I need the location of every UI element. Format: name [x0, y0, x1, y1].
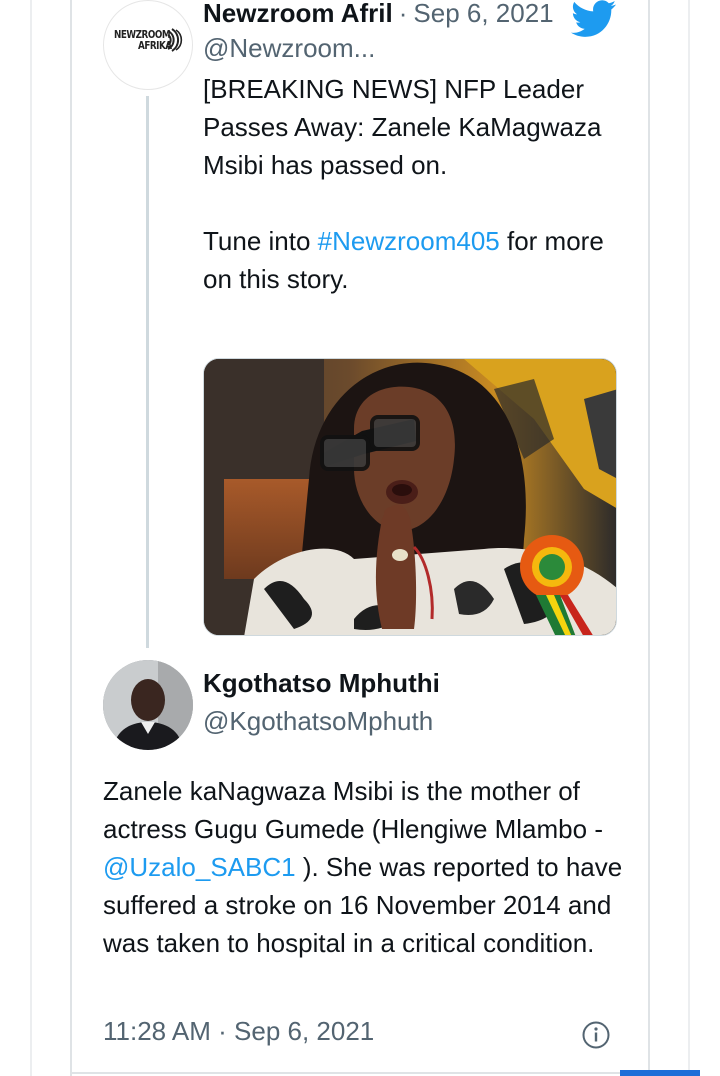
quoted-author-handle[interactable]: @Newzroom... [203, 33, 375, 64]
info-icon[interactable] [581, 1020, 611, 1050]
quoted-author-name[interactable]: Newzroom Afril [203, 0, 393, 29]
scroll-accent-bar [620, 1070, 700, 1076]
quoted-tweet-header: Newzroom Afril · Sep 6, 2021 [203, 0, 554, 32]
quoted-tweet[interactable]: NEWZROOM AFRIKA Newzroom Afril · Sep 6, … [0, 0, 720, 650]
reply-author-name[interactable]: Kgothatso Mphuthi [203, 668, 440, 699]
reply-text-before: Zanele kaNagwaza Msibi is the mother of … [103, 776, 603, 844]
twitter-bird-icon[interactable] [571, 0, 617, 38]
fingerprint-icon [167, 28, 183, 52]
thread-connector-line [146, 96, 149, 648]
quoted-text-paragraph-2: Tune into #Newzroom405 for more on this … [203, 222, 623, 298]
quoted-tweet-text: [BREAKING NEWS] NFP Leader Passes Away: … [203, 70, 623, 298]
reply-tweet-text: Zanele kaNagwaza Msibi is the mother of … [103, 772, 633, 962]
tweet-photo[interactable] [203, 358, 617, 636]
quoted-text-paragraph-1: [BREAKING NEWS] NFP Leader Passes Away: … [203, 74, 602, 180]
reply-timestamp[interactable]: 11:28 AM · Sep 6, 2021 [103, 1016, 374, 1047]
reply-author-avatar[interactable] [103, 660, 193, 750]
reply-author-handle[interactable]: @KgothatsoMphuth [203, 706, 433, 737]
hashtag-link[interactable]: #Newzroom405 [318, 226, 500, 256]
quoted-tweet-date[interactable]: Sep 6, 2021 [413, 0, 553, 29]
person-photo [103, 660, 193, 750]
mention-link[interactable]: @Uzalo_SABC1 [103, 852, 296, 882]
bottom-divider [70, 1072, 650, 1074]
para2-text-before: Tune into [203, 226, 318, 256]
newzroom-avatar[interactable]: NEWZROOM AFRIKA [103, 0, 193, 90]
header-separator: · [398, 0, 408, 28]
newzroom-logo: NEWZROOM AFRIKA [114, 25, 186, 55]
photo-woman-pointing [204, 359, 616, 635]
